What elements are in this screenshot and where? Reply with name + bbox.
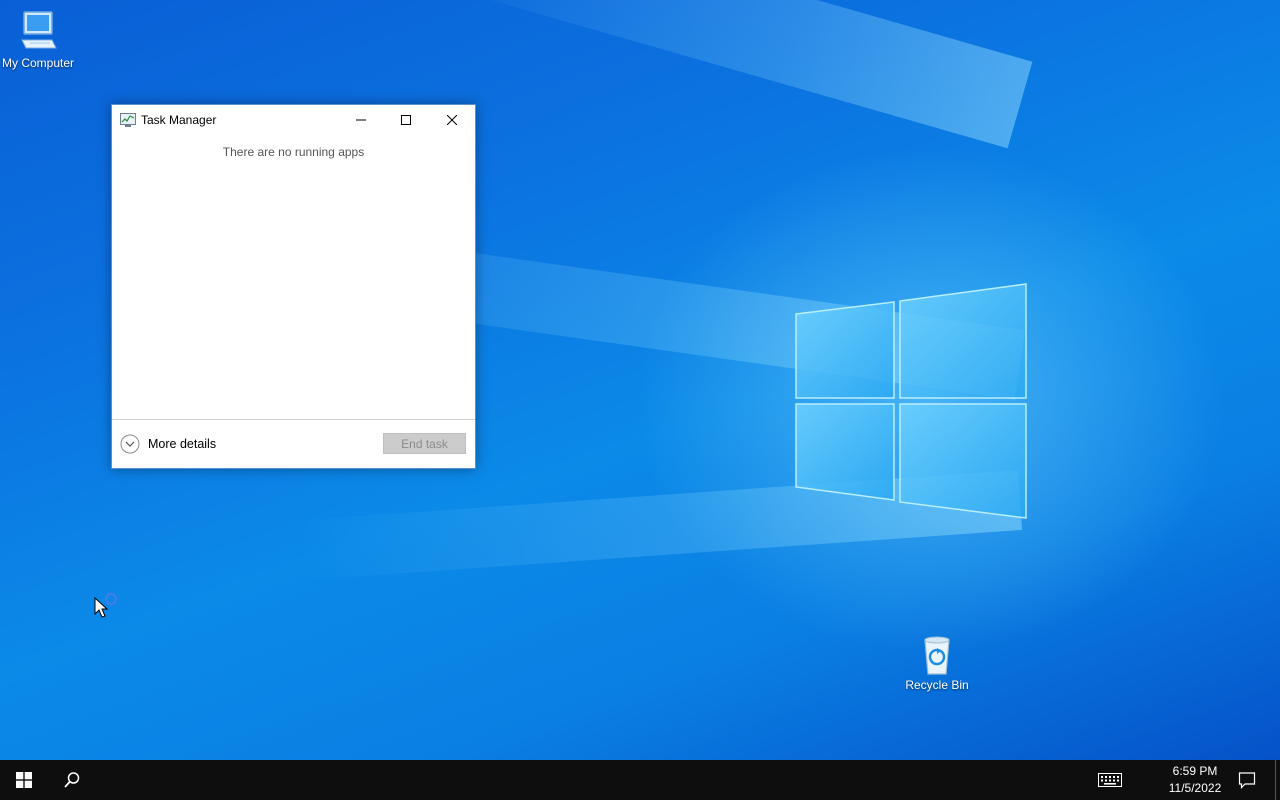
task-manager-window[interactable]: Task Manager There are no running apps M… [111,104,476,469]
start-button[interactable] [0,760,48,800]
task-manager-icon [120,113,136,127]
chevron-down-circle-icon [120,434,140,454]
title-bar[interactable]: Task Manager [112,105,475,135]
more-details-button[interactable]: More details [120,434,216,454]
taskbar-clock[interactable]: 6:59 PM 11/5/2022 [1160,763,1230,797]
windows-start-icon [16,772,32,788]
show-desktop-button[interactable] [1275,760,1280,800]
action-center-button[interactable] [1232,760,1262,800]
search-button[interactable] [48,760,96,800]
mouse-pointer-busy-icon [94,592,118,618]
search-icon [64,772,80,788]
close-icon [447,115,457,125]
desktop-icon-label: My Computer [1,56,75,70]
minimize-icon [356,119,366,121]
minimize-button[interactable] [338,105,384,135]
desktop-icon-label: Recycle Bin [905,678,969,692]
taskbar: 6:59 PM 11/5/2022 [0,760,1280,800]
desktop-background[interactable]: My Computer Recycle Bin Task Manager The… [0,0,1280,760]
computer-icon [21,11,57,49]
window-title: Task Manager [141,113,217,127]
window-footer: More details End task [112,419,475,469]
clock-time: 6:59 PM [1172,764,1218,778]
recycle-bin-icon [924,636,950,675]
no-running-apps-message: There are no running apps [222,145,365,159]
desktop-icon-recycle-bin[interactable]: Recycle Bin [899,632,975,692]
clock-date: 11/5/2022 [1168,781,1222,795]
end-task-button[interactable]: End task [383,433,466,454]
more-details-label: More details [148,437,217,451]
desktop-icon-my-computer[interactable]: My Computer [0,10,76,70]
notification-icon [1238,772,1256,789]
keyboard-icon [1098,773,1122,787]
close-button[interactable] [429,105,475,135]
maximize-icon [401,115,411,125]
maximize-button[interactable] [383,105,429,135]
touch-keyboard-button[interactable] [1090,760,1130,800]
